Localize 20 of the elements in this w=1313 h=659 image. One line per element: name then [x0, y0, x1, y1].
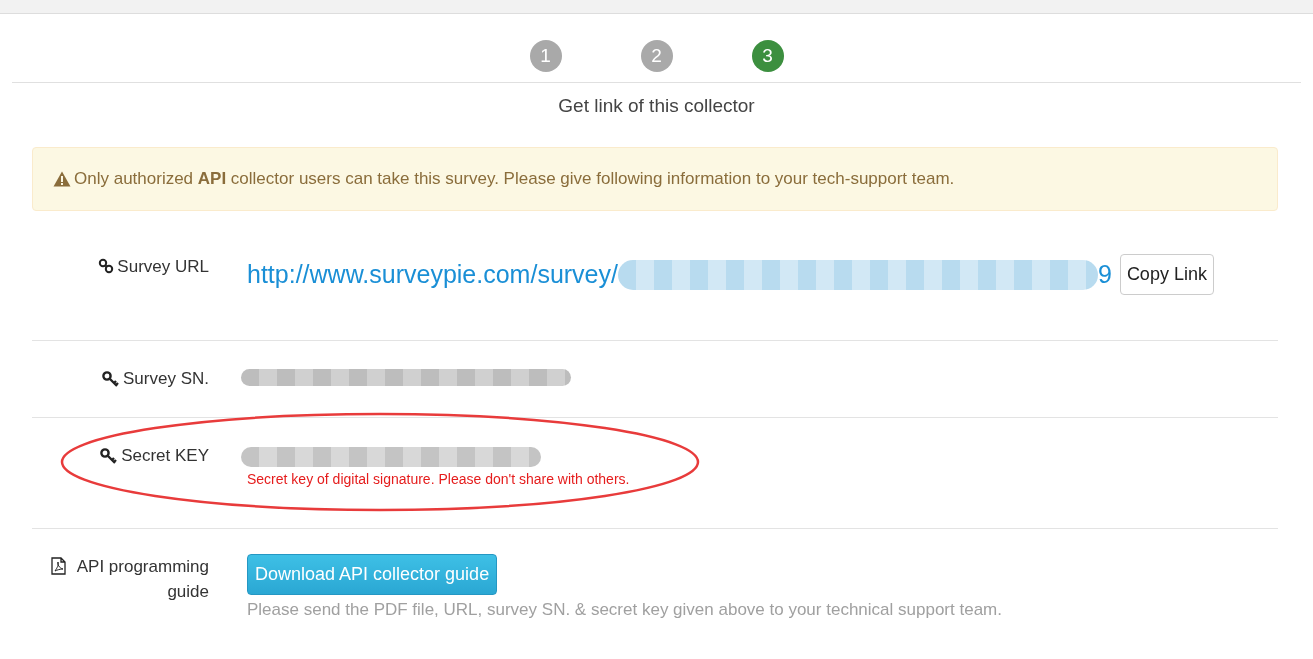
alert-message: Only authorized API collector users can take this survey. Please give following information to your tech-support team.	[74, 169, 955, 189]
step-indicator: 2	[640, 40, 673, 72]
download-guide-button[interactable]: Download API collector guide	[247, 554, 498, 595]
step-indicator: 3	[751, 40, 784, 72]
pdf-file-icon	[51, 557, 66, 575]
field-label: API programming guide	[75, 556, 209, 603]
copy-link-button[interactable]: Copy Link	[1119, 254, 1214, 295]
field-label: Survey URL	[117, 256, 209, 278]
key-icon	[100, 448, 119, 464]
field-label: Survey SN.	[123, 368, 209, 390]
warning-icon	[53, 171, 71, 187]
help-text: Please send the PDF file, URL, survey SN. & secret key given above to your technical support team.	[247, 600, 1002, 620]
field-label: Secret KEY	[121, 445, 209, 467]
key-icon	[102, 371, 120, 387]
step-indicator: 1	[529, 40, 562, 72]
warning-note: Secret key of digital signature. Please don't share with others.	[247, 471, 630, 487]
survey-url-link[interactable]: http://www.surveypie.com/survey/	[247, 260, 618, 289]
link-icon	[98, 258, 115, 274]
survey-url-link[interactable]: 9	[1097, 260, 1112, 289]
page-title: Get link of this collector	[557, 95, 756, 117]
